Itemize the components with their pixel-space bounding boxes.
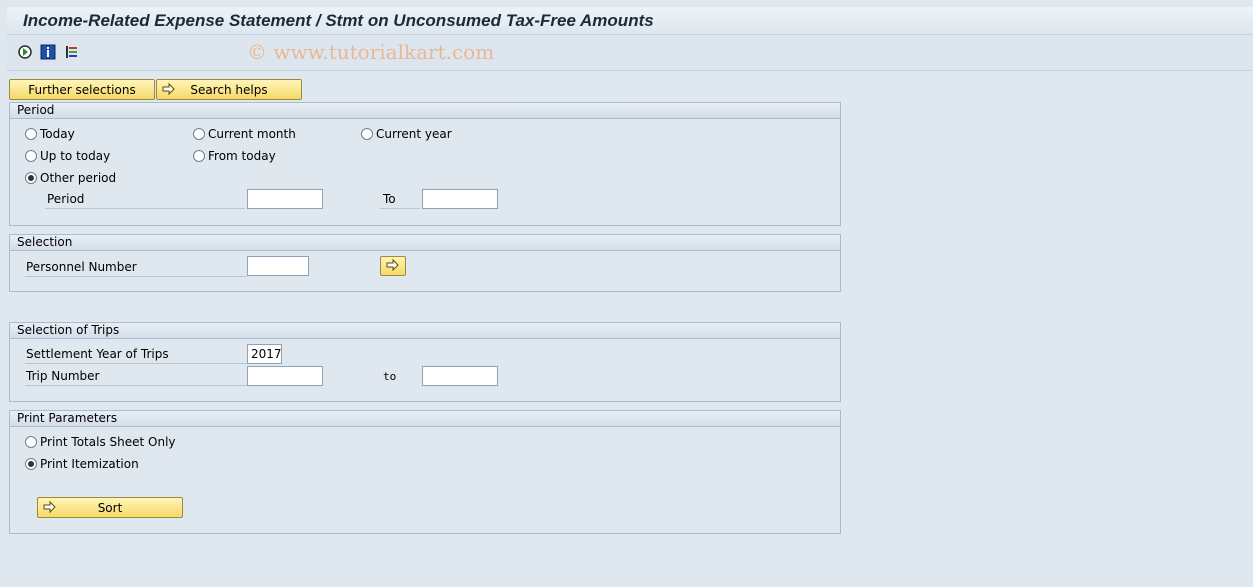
radio-label: Current month [208,127,296,141]
radio-button-selected[interactable] [25,172,37,184]
further-selections-button[interactable]: Further selections [9,79,155,100]
arrow-right-icon [386,258,400,275]
application-toolbar: © www.tutorialkart.com [7,35,1253,71]
radio-button[interactable] [25,436,37,448]
info-icon[interactable] [40,44,56,60]
settlement-year-input[interactable]: 2017 [247,344,282,364]
period-from-input[interactable] [247,189,323,209]
radio-current-year[interactable]: Current year [361,127,452,141]
radio-label: Print Itemization [40,457,139,471]
variants-icon[interactable] [64,44,80,60]
settlement-year-label: Settlement Year of Trips [25,346,247,364]
arrow-right-icon [162,82,176,99]
radio-button[interactable] [193,150,205,162]
radio-current-month[interactable]: Current month [193,127,296,141]
trip-number-label: Trip Number [25,368,247,386]
radio-button[interactable] [25,150,37,162]
trip-number-to-input[interactable] [422,366,498,386]
radio-label: From today [208,149,276,163]
trips-group: Selection of Trips Settlement Year of Tr… [9,322,841,402]
period-group-header: Period [10,103,840,119]
radio-label: Current year [376,127,452,141]
radio-label: Other period [40,171,117,185]
radio-label: Today [40,127,75,141]
print-group-header: Print Parameters [10,411,840,427]
title-bar: Income-Related Expense Statement / Stmt … [7,7,1253,35]
radio-button[interactable] [361,128,373,140]
search-helps-button[interactable]: Search helps [156,79,302,100]
sort-button[interactable]: Sort [37,497,183,518]
radio-label: Print Totals Sheet Only [40,435,176,449]
arrow-right-icon [43,500,57,517]
radio-today[interactable]: Today [25,127,75,141]
selection-group-header: Selection [10,235,840,251]
radio-from-today[interactable]: From today [193,149,276,163]
radio-button[interactable] [25,128,37,140]
watermark: © www.tutorialkart.com [247,40,495,64]
page-title: Income-Related Expense Statement / Stmt … [23,11,654,30]
period-label: Period [45,191,245,209]
to-label: to [383,370,397,383]
execute-icon[interactable] [17,44,33,60]
main-content: Further selections Search helps Period T… [7,71,1253,587]
radio-button[interactable] [193,128,205,140]
personnel-number-input[interactable] [247,256,309,276]
personnel-number-label: Personnel Number [25,259,247,277]
radio-other-period[interactable]: Other period [25,171,116,185]
radio-print-totals-only[interactable]: Print Totals Sheet Only [25,435,176,449]
trips-group-header: Selection of Trips [10,323,840,339]
further-selections-label: Further selections [28,82,136,97]
trip-number-from-input[interactable] [247,366,323,386]
period-to-input[interactable] [422,189,498,209]
to-label: To [380,191,420,209]
radio-button-selected[interactable] [25,458,37,470]
radio-up-to-today[interactable]: Up to today [25,149,110,163]
search-helps-label: Search helps [190,82,268,97]
radio-print-itemization[interactable]: Print Itemization [25,457,139,471]
sort-label: Sort [97,500,123,515]
period-group: Period Today Current month Current year … [9,102,841,226]
selection-group: Selection Personnel Number [9,234,841,292]
print-parameters-group: Print Parameters Print Totals Sheet Only… [9,410,841,534]
radio-label: Up to today [40,149,111,163]
multiple-selection-button[interactable] [380,256,406,276]
